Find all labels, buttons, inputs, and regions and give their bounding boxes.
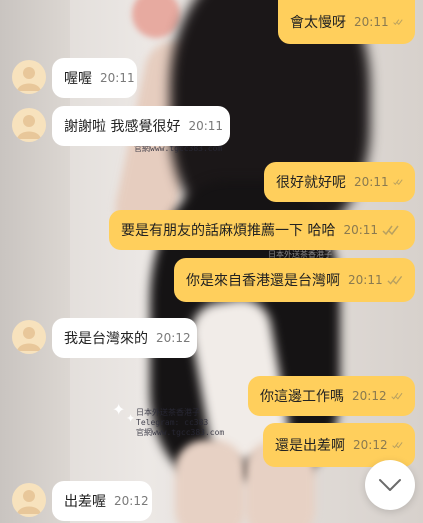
- double-check-icon: [387, 275, 402, 285]
- sparkle-icon: ✦: [112, 400, 126, 419]
- message-text: 你這邊工作嗎: [260, 389, 344, 405]
- message-time: 20:11: [354, 175, 389, 189]
- message-time: 20:11: [100, 71, 135, 85]
- message-text: 謝謝啦 我感覺很好: [64, 119, 181, 135]
- double-check-icon: [392, 179, 403, 185]
- double-check-icon: [382, 225, 399, 236]
- scroll-to-bottom-button[interactable]: [365, 460, 415, 510]
- message-bubble-incoming[interactable]: 喔喔 20:11: [52, 58, 137, 98]
- message-bubble-incoming[interactable]: 謝謝啦 我感覺很好 20:11: [52, 106, 230, 146]
- message-bubble-outgoing[interactable]: 你這邊工作嗎 20:12: [248, 376, 415, 416]
- user-avatar-icon[interactable]: [12, 320, 46, 354]
- message-time: 20:12: [353, 438, 388, 452]
- message-bubble-incoming[interactable]: 我是台灣來的 20:12: [52, 318, 197, 358]
- message-text: 喔喔: [64, 71, 92, 87]
- message-text: 要是有朋友的話麻煩推薦一下 哈哈: [121, 223, 336, 239]
- sparkle-icon: ✦: [126, 412, 136, 425]
- double-check-icon: [390, 392, 403, 400]
- message-bubble-outgoing[interactable]: 你是來自香港還是台灣啊 20:11: [174, 258, 415, 302]
- watermark-bottom: 日本外送茶香港子 Telegram: cc383 官網www.tgcc383.c…: [136, 408, 225, 437]
- message-time: 20:12: [156, 331, 191, 345]
- message-text: 你是來自香港還是台灣啊: [186, 273, 340, 289]
- message-time: 20:11: [343, 223, 379, 237]
- message-time: 20:12: [352, 389, 387, 403]
- user-avatar-icon[interactable]: [12, 60, 46, 94]
- message-bubble-incoming[interactable]: 出差喔 20:12: [52, 481, 152, 521]
- message-bubble-outgoing[interactable]: 要是有朋友的話麻煩推薦一下 哈哈 20:11: [109, 210, 415, 250]
- message-time: 20:11: [348, 273, 383, 287]
- message-bubble-outgoing[interactable]: 很好就好呢 20:11: [264, 162, 415, 202]
- double-check-icon: [391, 442, 403, 449]
- message-time: 20:11: [354, 15, 389, 29]
- message-time: 20:12: [114, 494, 149, 508]
- message-bubble-outgoing[interactable]: 會太慢呀 20:11: [278, 0, 415, 44]
- chevron-down-icon: [379, 479, 401, 491]
- message-text: 出差喔: [64, 494, 106, 510]
- message-text: 會太慢呀: [290, 15, 346, 31]
- message-time: 20:11: [188, 119, 224, 133]
- message-text: 我是台灣來的: [64, 331, 148, 347]
- double-check-icon: [392, 19, 403, 25]
- user-avatar-icon[interactable]: [12, 108, 46, 142]
- user-avatar-icon[interactable]: [12, 483, 46, 517]
- message-text: 還是出差啊: [275, 438, 345, 454]
- message-text: 很好就好呢: [276, 175, 346, 191]
